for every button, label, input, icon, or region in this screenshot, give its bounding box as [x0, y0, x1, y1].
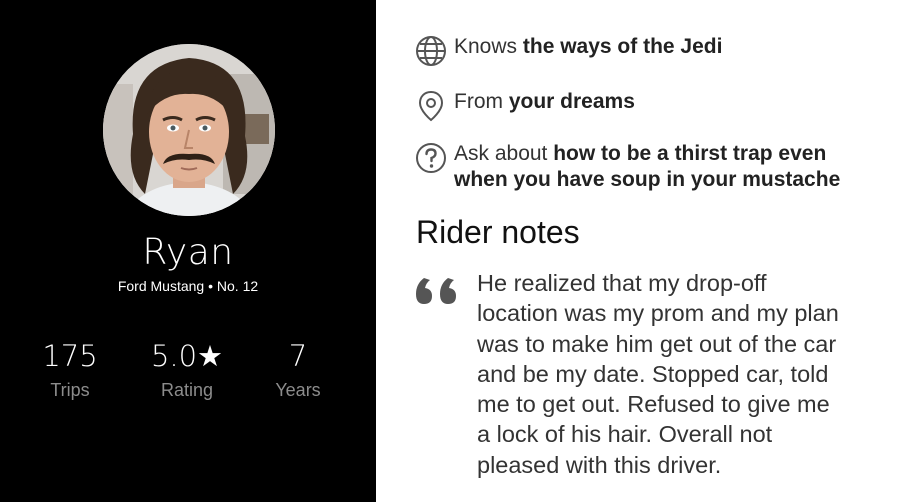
fact-highlight-line-1: how to be a thirst trap even	[553, 142, 827, 165]
fact-origin: From your dreams	[414, 89, 635, 123]
fact-jedi: Knows the ways of the Jedi	[414, 34, 722, 68]
driver-avatar[interactable]	[103, 44, 275, 216]
fact-highlight-line-2: when you have soup in your mustache	[454, 168, 841, 191]
note-line: a lock of his hair. Overall not	[477, 421, 773, 448]
note-line: location was my prom and my plan	[477, 300, 839, 327]
globe-icon	[416, 36, 446, 66]
stat-years: 7 Years	[243, 338, 353, 401]
fact-text: Knows the ways of the Jedi	[454, 34, 722, 60]
fact-highlight: the ways of the Jedi	[522, 35, 723, 58]
profile-panel: Ryan Ford Mustang • No. 12 175 Trips 5.0…	[0, 0, 376, 502]
fact-text: From your dreams	[454, 89, 635, 115]
note-line: pleased with this driver.	[477, 451, 722, 478]
fact-prefix: Knows	[454, 35, 523, 58]
vehicle-info: Ford Mustang • No. 12	[117, 278, 259, 294]
fact-ask-about: Ask about how to be a thirst trap even w…	[414, 141, 840, 193]
stat-value: 7	[288, 339, 308, 373]
stat-value: 175	[42, 339, 98, 373]
note-line: He realized that my drop-off	[477, 270, 767, 296]
fact-highlight: your dreams	[508, 90, 635, 113]
note-line: me to get out. Refused to give me	[477, 391, 830, 418]
stat-trips: 175 Trips	[15, 338, 125, 401]
question-icon	[416, 143, 446, 173]
avatar-photo	[103, 44, 275, 216]
driver-profile-card: Ryan Ford Mustang • No. 12 175 Trips 5.0…	[0, 0, 920, 502]
fact-prefix: Ask about	[454, 142, 554, 165]
stat-value: 5.0★	[150, 339, 224, 373]
note-line: was to make him get out of the car	[477, 330, 837, 357]
fact-prefix: From	[454, 90, 509, 113]
stat-label: Rating	[160, 380, 214, 400]
stat-rating: 5.0★ Rating	[132, 338, 242, 401]
location-pin-icon	[418, 90, 444, 122]
note-line: and be my date. Stopped car, told	[477, 360, 829, 387]
stat-label: Trips	[50, 380, 90, 400]
quote-icon	[416, 278, 456, 304]
rider-notes-heading: Rider notes	[416, 214, 580, 250]
driver-name: Ryan	[142, 232, 234, 273]
rider-note-text: He realized that my drop-off location wa…	[477, 268, 917, 480]
fact-text: Ask about how to be a thirst trap even w…	[454, 141, 840, 193]
stat-label: Years	[275, 380, 321, 400]
info-panel: Knows the ways of the Jedi From your dre…	[376, 0, 920, 502]
